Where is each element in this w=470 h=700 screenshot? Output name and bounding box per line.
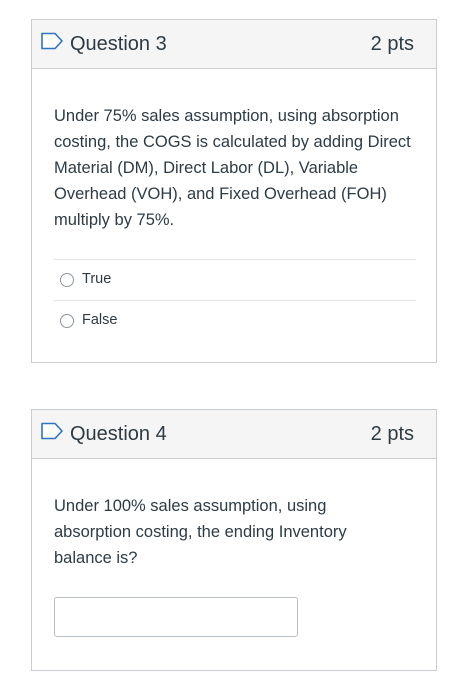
answer-input[interactable] bbox=[54, 597, 298, 637]
question-4-card: Question 4 2 pts Under 100% sales assump… bbox=[31, 409, 437, 671]
radio-button[interactable] bbox=[60, 273, 74, 287]
question-points: 2 pts bbox=[370, 33, 414, 55]
question-header: Question 4 2 pts bbox=[32, 410, 436, 459]
question-3-card: Question 3 2 pts Under 75% sales assumpt… bbox=[31, 19, 437, 363]
question-title: Question 4 bbox=[70, 423, 167, 445]
question-points: 2 pts bbox=[370, 423, 414, 445]
flag-question-icon[interactable] bbox=[40, 32, 64, 50]
question-text: Under 100% sales assumption, using absor… bbox=[54, 497, 347, 567]
question-header: Question 3 2 pts bbox=[32, 20, 436, 69]
answer-option-true[interactable]: True bbox=[54, 259, 416, 300]
question-title: Question 3 bbox=[70, 33, 167, 55]
question-text: Under 75% sales assumption, using absorp… bbox=[54, 107, 411, 229]
answer-label[interactable]: True bbox=[82, 270, 111, 288]
flag-question-icon[interactable] bbox=[40, 422, 64, 440]
answer-list: True False bbox=[54, 259, 416, 341]
answer-option-false[interactable]: False bbox=[54, 300, 416, 341]
answer-label[interactable]: False bbox=[82, 311, 117, 329]
radio-button[interactable] bbox=[60, 314, 74, 328]
